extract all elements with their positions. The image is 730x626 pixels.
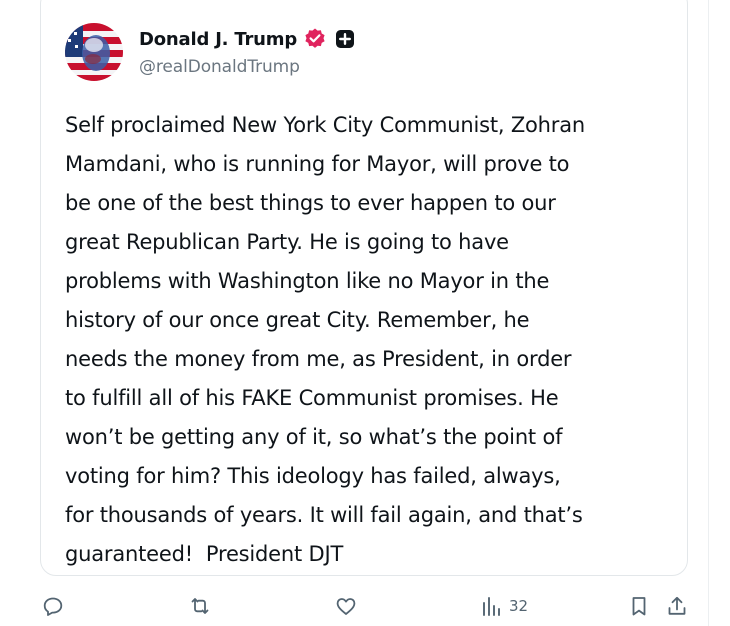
post-text-line: needs the money from me, as President, i… — [65, 347, 572, 371]
post-text-line: Self proclaimed New York City Communist,… — [65, 113, 585, 137]
bookmark-icon — [632, 597, 646, 616]
views-count: 32 — [509, 597, 529, 615]
post-text-line: guaranteed! President DJT — [65, 542, 344, 566]
verified-badge-icon — [305, 28, 325, 48]
post-text-line: for thousands of years. It will fail aga… — [65, 503, 583, 527]
post-text-line: Mamdani, who is running for Mayor, will … — [65, 152, 570, 176]
post-text-line: history of our once great City. Remember… — [65, 308, 530, 332]
author-row: Donald J. Trump — [139, 26, 355, 52]
post-text-line: won’t be getting any of it, so what’s th… — [65, 425, 563, 449]
author-display-name[interactable]: Donald J. Trump — [139, 29, 297, 50]
page-border — [708, 0, 709, 626]
post-card[interactable]: Donald J. Trump @realDonaldTrump Self pr… — [40, 0, 688, 576]
avatar-image — [65, 23, 123, 81]
views-button[interactable]: 32 — [481, 592, 528, 620]
share-icon — [668, 596, 686, 615]
repost-icon — [191, 598, 209, 614]
avatar[interactable] — [65, 23, 123, 81]
heart-icon — [336, 598, 356, 615]
repost-button[interactable] — [188, 592, 212, 620]
plus-square-icon — [336, 30, 355, 48]
post-text-line: problems with Washington like no Mayor i… — [65, 269, 550, 293]
reply-icon — [43, 597, 63, 616]
reply-button[interactable] — [41, 592, 65, 620]
post-text-line: be one of the best things to ever happen… — [65, 191, 556, 215]
bookmark-button[interactable] — [627, 592, 651, 620]
post-text-line: to fulfill all of his FAKE Communist pro… — [65, 386, 559, 410]
post-text-line: great Republican Party. He is going to h… — [65, 230, 509, 254]
share-button[interactable] — [665, 592, 689, 620]
author-handle[interactable]: @realDonaldTrump — [139, 57, 300, 77]
views-icon — [483, 597, 500, 616]
post-text: Self proclaimed New York City Communist,… — [65, 106, 675, 574]
post-text-line: voting for him? This ideology has failed… — [65, 464, 561, 488]
like-button[interactable] — [334, 592, 358, 620]
